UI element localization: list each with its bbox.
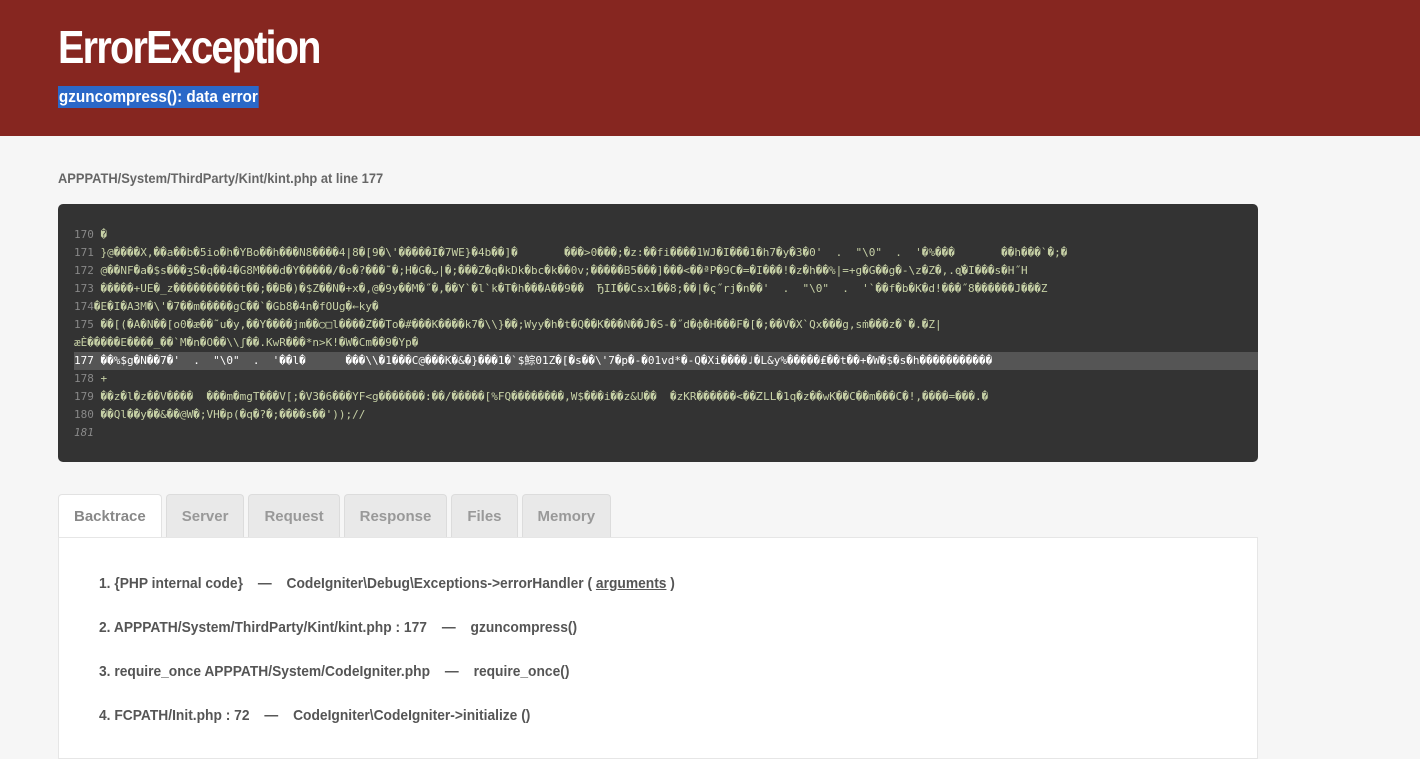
code-line: æÈ�����E����_��`M�n�O��\\ʃ��.KwR���*n>K!…: [74, 336, 419, 349]
tab-response[interactable]: Response: [343, 494, 448, 537]
backtrace-item: 4. FCPATH/Init.php : 72 — CodeIgniter\Co…: [99, 707, 531, 724]
source-code: 170 � 171 }@����X,��a��b�5io�h�YBo��h���N…: [74, 226, 1258, 442]
code-line: 181: [74, 426, 94, 439]
tab-backtrace[interactable]: Backtrace: [58, 494, 162, 538]
source-code-block[interactable]: 170 � 171 }@����X,��a��b�5io�h�YBo��h���N…: [58, 204, 1258, 462]
tab-memory[interactable]: Memory: [521, 494, 612, 537]
error-header: ErrorException gzuncompress(): data erro…: [0, 0, 1420, 136]
source-file-path: APPPATH/System/ThirdParty/Kint/kint.php …: [58, 170, 384, 186]
error-title: ErrorException: [58, 21, 321, 73]
backtrace-item: 2. APPPATH/System/ThirdParty/Kint/kint.p…: [99, 619, 578, 636]
tab-files[interactable]: Files: [451, 494, 518, 537]
code-line: 175 ��[(�A�N��[o0�æ��˜u�y,��Y����jm��○□l…: [74, 318, 942, 331]
backtrace-list: 1. {PHP internal code} — CodeIgniter\Deb…: [99, 566, 725, 742]
backtrace-item: 3. require_once APPPATH/System/CodeIgnit…: [99, 663, 570, 680]
code-line: 173 �����+UE�_z����������t��;��B�)�$Z��N…: [74, 282, 1048, 295]
code-line: 180 ��Ql��y��&��@W�;VH�p(�q�?�;����s��')…: [74, 408, 366, 421]
code-line: 170 �: [74, 228, 108, 241]
error-message[interactable]: gzuncompress(): data error: [58, 86, 259, 108]
backtrace-panel: 1. {PHP internal code} — CodeIgniter\Deb…: [58, 537, 1258, 759]
code-line: 174�E�I�A3M�\'�7��m�����gC��`�Gb8�4n�fOU…: [74, 300, 379, 313]
code-line: 171 }@����X,��a��b�5io�h�YBo��h���N8����…: [74, 246, 1068, 259]
backtrace-item: 1. {PHP internal code} — CodeIgniter\Deb…: [99, 575, 675, 592]
tab-server[interactable]: Server: [165, 494, 245, 537]
code-line: 178 +: [74, 372, 108, 385]
tab-bar: Backtrace Server Request Response Files …: [58, 494, 612, 538]
tab-request[interactable]: Request: [248, 494, 340, 537]
highlighted-code-line: 177 ��%$g�N��7�' . "\0" . '��l� ���\\�1�…: [74, 352, 1258, 370]
code-line: 179 ��z�l�z��V���� ���m�mgT���V[;�V3�6��…: [74, 390, 989, 403]
arguments-link[interactable]: arguments: [596, 575, 667, 592]
code-line: 172 @��NF�a�$s���ʒS�q��4�G8M���d�Y�����/…: [74, 264, 1028, 277]
